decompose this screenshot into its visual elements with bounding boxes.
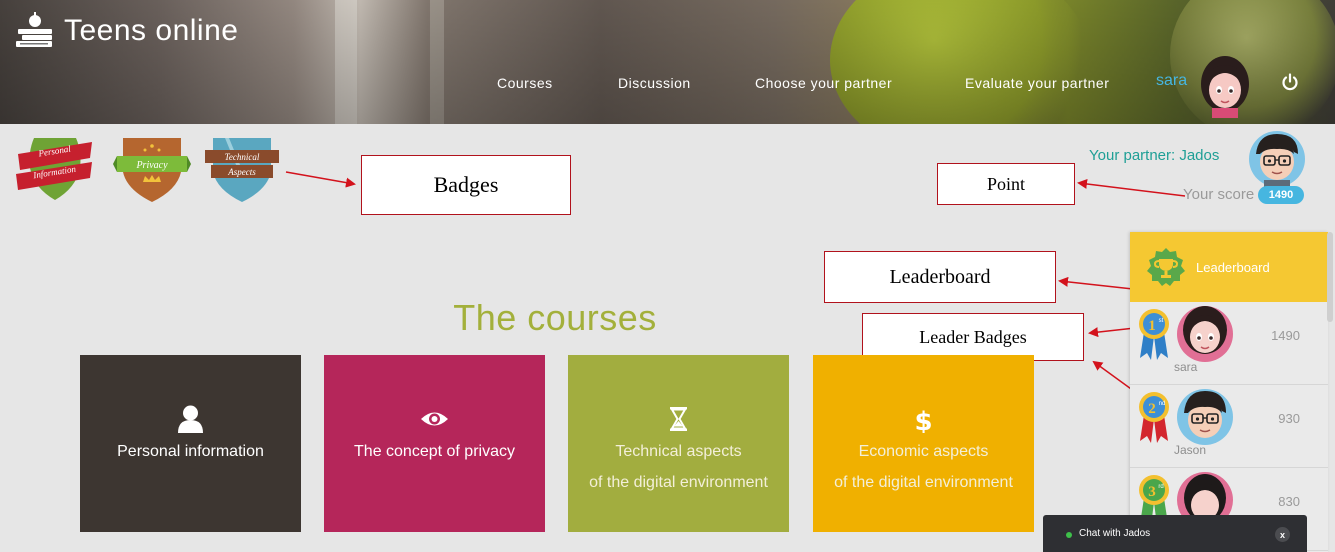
badge-label: Privacy	[135, 160, 168, 171]
course-title: The concept of privacy	[354, 443, 515, 460]
course-card-personal-information[interactable]: Personal information	[80, 355, 301, 532]
books-apple-icon	[16, 12, 52, 47]
leader-name: sara	[1174, 360, 1198, 374]
course-subtitle: of the digital environment	[834, 474, 1013, 491]
course-subtitle: of the digital environment	[589, 474, 768, 491]
rank-suffix: rd	[1158, 484, 1163, 490]
badges-arrow	[285, 171, 356, 188]
scrollbar-thumb[interactable]	[1327, 232, 1333, 322]
chat-label: Chat with Jados	[1079, 528, 1151, 539]
course-title: Personal information	[117, 443, 264, 460]
leaderboard-header[interactable]: Leaderboard	[1130, 232, 1328, 302]
leader-score: 1490	[1271, 328, 1300, 343]
nav-choose-partner[interactable]: Choose your partner	[755, 75, 892, 91]
badge-label: Aspects	[227, 167, 256, 177]
annotation-badges: Badges	[361, 155, 571, 215]
nav-evaluate-partner[interactable]: Evaluate your partner	[965, 75, 1109, 91]
brand[interactable]: Teens online	[14, 12, 238, 50]
leaderboard-title: Leaderboard	[1196, 260, 1270, 275]
chat-close-button[interactable]: x	[1275, 527, 1290, 542]
course-card-technical-aspects[interactable]: Technical aspects of the digital environ…	[568, 355, 789, 532]
annotation-leaderboard: Leaderboard	[824, 251, 1056, 303]
trophy-icon	[1147, 248, 1185, 286]
header: Teens online Courses Discussion Choose y…	[0, 0, 1335, 124]
leaderboard-panel: Leaderboard 1 st sara 1490 2 nd Jason 93…	[1130, 232, 1328, 552]
technical-aspects-badge-icon: Technical Aspects	[205, 138, 279, 202]
username[interactable]: sara	[1156, 72, 1187, 90]
badge-label: Technical	[225, 152, 260, 162]
privacy-badge-icon: Privacy	[113, 138, 191, 202]
partner-label[interactable]: Your partner: Jados	[1089, 147, 1219, 164]
nav-courses[interactable]: Courses	[497, 75, 553, 91]
leader-score: 830	[1278, 494, 1300, 509]
leader-score: 930	[1278, 411, 1300, 426]
leaderboard-row[interactable]: 1 st sara 1490	[1130, 302, 1328, 385]
score-badge: 1490	[1258, 186, 1304, 204]
chat-bar[interactable]: Chat with Jados x	[1043, 515, 1307, 552]
user-icon	[178, 405, 203, 433]
eye-icon	[421, 412, 448, 426]
course-card-economic-aspects[interactable]: $ Economic aspects of the digital enviro…	[813, 355, 1034, 532]
course-title: Economic aspects	[858, 443, 989, 460]
online-status-dot	[1066, 532, 1072, 538]
rank-number: 3	[1148, 484, 1156, 500]
brand-name: Teens online	[64, 14, 239, 47]
second-place-ribbon-icon: 2 nd	[1139, 392, 1169, 443]
app-frame: Teens online Courses Discussion Choose y…	[0, 0, 1335, 552]
rank-number: 1	[1148, 318, 1156, 334]
svg-text:$: $	[914, 407, 932, 433]
boy-avatar-icon	[1177, 389, 1233, 445]
dollar-icon: $	[914, 407, 932, 433]
score-label: Your score	[1183, 186, 1255, 203]
rank-suffix: st	[1159, 318, 1164, 324]
leaderboard-row[interactable]: 2 nd Jason 930	[1130, 385, 1328, 468]
rank-number: 2	[1148, 401, 1156, 417]
rank-suffix: nd	[1159, 401, 1166, 407]
leader-name: Jason	[1174, 443, 1207, 457]
course-card-concept-of-privacy[interactable]: The concept of privacy	[324, 355, 545, 532]
girl-avatar-icon	[1177, 306, 1233, 362]
nav-discussion[interactable]: Discussion	[618, 75, 691, 91]
courses-title: The courses	[453, 297, 657, 338]
personal-information-badge-icon: Personal Information	[16, 138, 92, 200]
power-icon[interactable]	[1281, 73, 1299, 91]
course-title: Technical aspects	[615, 443, 742, 460]
hourglass-icon	[670, 407, 687, 431]
annotation-point: Point	[937, 163, 1075, 205]
first-place-ribbon-icon: 1 st	[1139, 309, 1169, 360]
point-arrow	[1077, 179, 1186, 197]
girl-avatar-icon[interactable]	[1198, 54, 1252, 118]
boy-avatar-icon[interactable]	[1248, 130, 1306, 188]
